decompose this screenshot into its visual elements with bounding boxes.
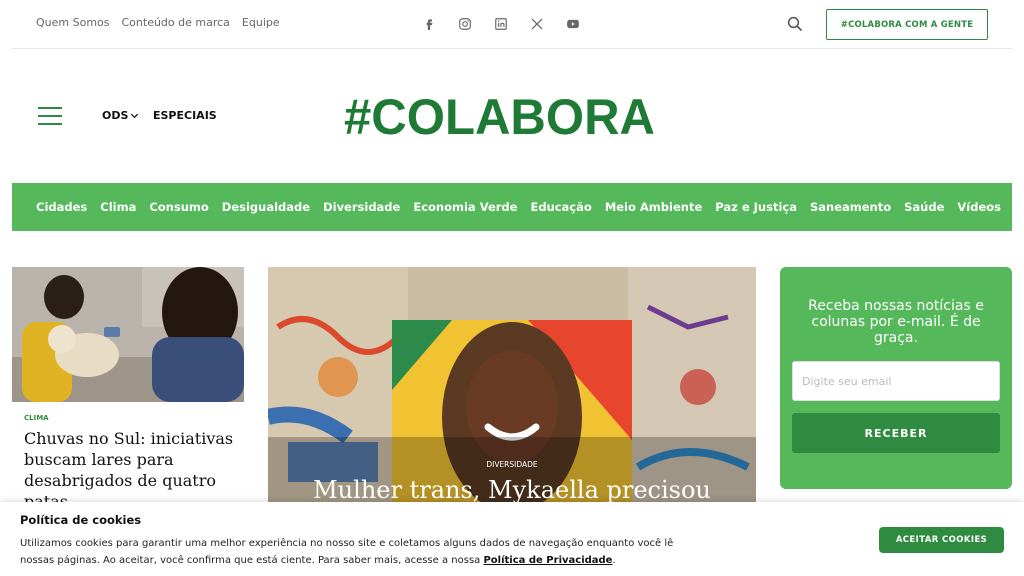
chevron-down-icon [131,113,139,119]
nav-especiais[interactable]: ESPECIAIS [153,109,217,122]
category-consumo[interactable]: Consumo [149,200,208,214]
colabora-com-a-gente-button[interactable]: #COLABORA COM A GENTE [826,9,988,40]
category-diversidade[interactable]: Diversidade [323,200,400,214]
social-icons [420,15,582,33]
newsletter-text: Receba nossas notícias e colunas por e-m… [808,298,984,346]
linkedin-icon[interactable] [492,15,510,33]
email-input[interactable] [792,361,1000,401]
search-icon[interactable] [786,15,804,33]
main-article-title[interactable]: Mulher trans, Mykaella precisou [268,476,756,504]
x-icon[interactable] [528,15,546,33]
left-article-image[interactable] [12,267,244,402]
category-economia-verde[interactable]: Economia Verde [413,200,517,214]
link-quem-somos[interactable]: Quem Somos [36,16,110,29]
newsletter-box: Receba nossas notícias e colunas por e-m… [780,267,1012,489]
category-videos[interactable]: Vídeos [957,200,1001,214]
left-article-category[interactable]: CLIMA [24,414,49,422]
colabora-logo[interactable]: #COLABORA [344,89,658,145]
category-clima[interactable]: Clima [100,200,136,214]
left-article-title[interactable]: Chuvas no Sul: iniciativas buscam lares … [24,428,234,512]
main-article-image[interactable] [268,267,756,507]
cookie-text: Utilizamos cookies para garantir uma mel… [20,535,710,569]
logo-text: #COLABORA [344,92,655,140]
cookie-banner: Política de cookies Utilizamos cookies p… [0,502,1024,576]
main-article-category[interactable]: DIVERSIDADE [268,460,756,469]
receber-button[interactable]: RECEBER [792,413,1000,453]
hamburger-menu-icon[interactable] [38,107,62,125]
top-bar: Quem Somos Conteúdo de marca Equipe #COL… [0,0,1024,49]
nav-ods-dropdown[interactable]: ODS [102,109,139,122]
instagram-icon[interactable] [456,15,474,33]
top-divider [12,48,1012,49]
category-nav-bar: Cidades Clima Consumo Desigualdade Diver… [12,183,1012,231]
nav-ods-label: ODS [102,109,129,122]
top-links: Quem Somos Conteúdo de marca Equipe [36,16,280,29]
link-equipe[interactable]: Equipe [242,16,280,29]
accept-cookies-button[interactable]: ACEITAR COOKIES [879,527,1004,553]
category-paz-e-justica[interactable]: Paz e Justiça [715,200,797,214]
youtube-icon[interactable] [564,15,582,33]
link-conteudo-de-marca[interactable]: Conteúdo de marca [122,16,230,29]
category-desigualdade[interactable]: Desigualdade [222,200,310,214]
category-meio-ambiente[interactable]: Meio Ambiente [605,200,702,214]
cookie-text-end: . [612,555,616,566]
category-saneamento[interactable]: Saneamento [810,200,891,214]
privacy-policy-link[interactable]: Política de Privacidade [483,555,612,566]
facebook-icon[interactable] [420,15,438,33]
category-cidades[interactable]: Cidades [36,200,87,214]
cookie-title: Política de cookies [20,513,142,527]
category-saude[interactable]: Saúde [904,200,944,214]
category-educacao[interactable]: Educação [530,200,591,214]
